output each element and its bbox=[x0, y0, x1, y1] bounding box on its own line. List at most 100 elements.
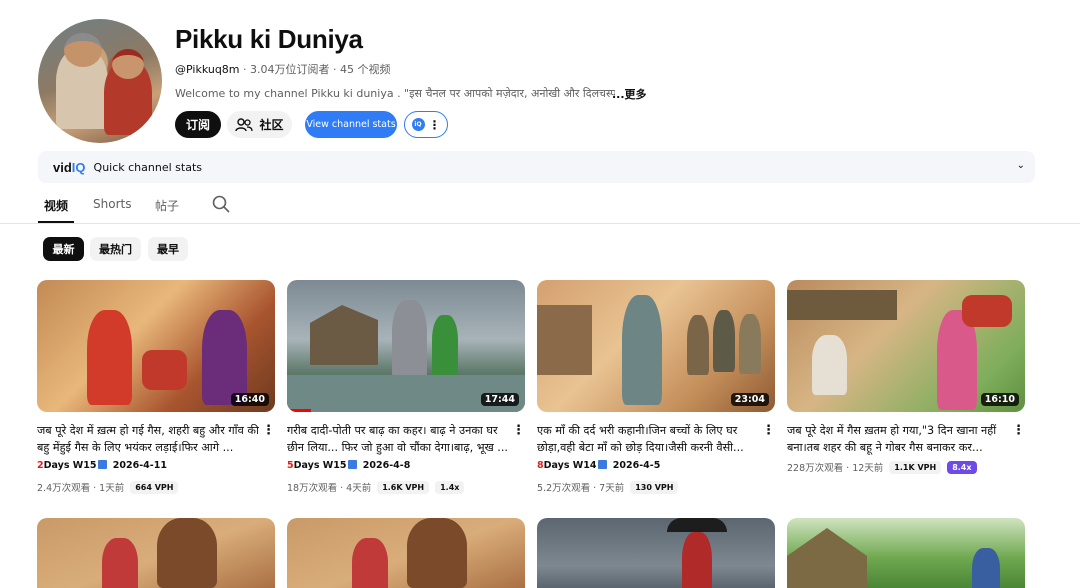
chip-popular[interactable]: 最热门 bbox=[90, 237, 141, 261]
thumbnail-figure bbox=[739, 314, 761, 374]
vph-badge: 664 VPH bbox=[130, 480, 179, 494]
multiplier-badge: 1.4x bbox=[435, 480, 465, 494]
vidiq-date-line: 8Days W14 2026-4-5 bbox=[537, 460, 660, 471]
view-stats-label: View channel stats bbox=[306, 119, 396, 130]
calendar-icon bbox=[348, 460, 358, 469]
thumbnail-figure bbox=[972, 548, 1000, 588]
video-duration: 23:04 bbox=[730, 393, 769, 406]
video-thumbnail[interactable] bbox=[537, 518, 775, 588]
video-stats: 18万次观看 · 4天前 1.6K VPH 1.4x bbox=[287, 480, 465, 494]
video-views: 5.2万次观看 · 7天前 bbox=[537, 483, 625, 494]
thumbnail-gas-cylinder bbox=[962, 295, 1012, 327]
subscribe-button[interactable]: 订阅 bbox=[175, 111, 221, 138]
vidiq-logo-icon: iQ bbox=[411, 118, 425, 131]
more-vert-icon[interactable]: ⋮ bbox=[762, 423, 775, 438]
thumbnail-figure bbox=[622, 295, 662, 405]
more-vert-icon: ⋮ bbox=[428, 117, 441, 132]
vidiq-menu-button[interactable]: iQ ⋮ bbox=[404, 111, 448, 138]
chip-latest[interactable]: 最新 bbox=[43, 237, 84, 261]
calendar-icon bbox=[98, 460, 108, 469]
vidiq-quick-stats-bar[interactable]: vidIQ Quick channel stats ⌄ bbox=[38, 151, 1035, 183]
channel-description[interactable]: Welcome to my channel Pikku ki duniya . … bbox=[175, 86, 615, 101]
video-thumbnail[interactable]: 16:40 bbox=[37, 280, 275, 412]
vph-badge: 1.6K VPH bbox=[377, 480, 430, 494]
vidiq-logo-suffix: IQ bbox=[71, 159, 86, 175]
thumbnail-figure bbox=[157, 518, 217, 588]
watch-progress-bar bbox=[287, 409, 311, 412]
publish-date: 2026-4-5 bbox=[612, 460, 661, 471]
days-week: Days W15 bbox=[43, 460, 97, 471]
video-views: 2.4万次观看 · 1天前 bbox=[37, 483, 125, 494]
channel-name: Pikku ki Duniya bbox=[175, 24, 363, 54]
thumbnail-figure bbox=[407, 518, 467, 588]
more-vert-icon[interactable]: ⋮ bbox=[262, 423, 275, 438]
video-stats: 228万次观看 · 12天前 1.1K VPH 8.4x bbox=[787, 460, 977, 474]
chip-oldest[interactable]: 最早 bbox=[148, 237, 188, 261]
publish-date: 2026-4-11 bbox=[112, 460, 167, 471]
more-vert-icon[interactable]: ⋮ bbox=[512, 423, 525, 438]
thumbnail-hut bbox=[787, 290, 897, 320]
publish-date: 2026-4-8 bbox=[362, 460, 411, 471]
search-icon[interactable] bbox=[212, 195, 230, 213]
thumbnail-figure bbox=[713, 310, 735, 372]
days-week: Days W15 bbox=[293, 460, 347, 471]
thumbnail-umbrella bbox=[667, 518, 727, 532]
active-tab-indicator bbox=[38, 221, 74, 223]
vidiq-label: Quick channel stats bbox=[93, 160, 202, 174]
thumbnail-figure bbox=[87, 310, 132, 405]
chevron-down-icon[interactable]: ⌄ bbox=[1017, 160, 1025, 171]
thumbnail-figure bbox=[352, 538, 388, 588]
video-title[interactable]: जब पूरे देश में गैस ख़तम हो गया,"3 दिन ख… bbox=[787, 422, 1009, 456]
video-card[interactable]: 23:04 एक माँ की दर्द भरी कहानी।जिन बच्चो… bbox=[537, 280, 775, 494]
video-thumbnail[interactable]: 23:04 bbox=[537, 280, 775, 412]
thumbnail-figure bbox=[812, 335, 847, 395]
avatar-figure-old-woman-head bbox=[112, 49, 144, 79]
thumbnail-gas-cylinder bbox=[142, 350, 187, 390]
video-duration: 17:44 bbox=[480, 393, 519, 406]
video-title[interactable]: जब पूरे देश में ख़त्म हो गई गैस, शहरी बह… bbox=[37, 422, 259, 456]
tab-videos[interactable]: 视频 bbox=[44, 197, 68, 214]
vidiq-date-line: 2Days W15 2026-4-11 bbox=[37, 460, 167, 471]
days-week: Days W14 bbox=[543, 460, 597, 471]
thumbnail-figure bbox=[102, 538, 138, 588]
video-card[interactable]: 16:10 जब पूरे देश में गैस ख़तम हो गया,"3… bbox=[787, 280, 1025, 474]
description-more-link[interactable]: ...更多 bbox=[612, 86, 647, 102]
thumbnail-figure bbox=[392, 300, 427, 380]
video-thumbnail[interactable] bbox=[787, 518, 1025, 588]
video-thumbnail[interactable]: 16:10 bbox=[787, 280, 1025, 412]
days-count: 5 bbox=[287, 460, 294, 471]
view-channel-stats-button[interactable]: View channel stats bbox=[305, 111, 397, 138]
video-card[interactable]: 17:44 गरीब दादी-पोती पर बाढ़ का कहर। बाढ… bbox=[287, 280, 525, 494]
video-title[interactable]: गरीब दादी-पोती पर बाढ़ का कहर। बाढ़ ने उ… bbox=[287, 422, 509, 456]
thumbnail-hut bbox=[787, 528, 867, 588]
channel-avatar[interactable] bbox=[38, 19, 162, 143]
video-stats: 5.2万次观看 · 7天前 130 VPH bbox=[537, 480, 679, 494]
channel-meta: @Pikkuq8m · 3.04万位订阅者 · 45 个视频 bbox=[175, 61, 391, 77]
video-stats: 2.4万次观看 · 1天前 664 VPH bbox=[37, 480, 179, 494]
channel-stats-text: · 3.04万位订阅者 · 45 个视频 bbox=[239, 63, 391, 76]
vph-badge: 130 VPH bbox=[630, 480, 679, 494]
video-duration: 16:40 bbox=[230, 393, 269, 406]
subscribe-label: 订阅 bbox=[185, 118, 210, 132]
tab-shorts[interactable]: Shorts bbox=[93, 197, 131, 211]
video-title[interactable]: एक माँ की दर्द भरी कहानी।जिन बच्चों के ल… bbox=[537, 422, 759, 456]
community-button[interactable]: 社区 bbox=[227, 111, 292, 138]
video-card[interactable]: 16:40 जब पूरे देश में ख़त्म हो गई गैस, श… bbox=[37, 280, 275, 494]
thumbnail-hut bbox=[310, 305, 378, 365]
channel-tabs: 视频 Shorts 帖子 bbox=[0, 190, 1080, 224]
avatar-figure-old-man-head bbox=[64, 33, 102, 67]
vidiq-logo: vidIQ bbox=[53, 160, 86, 175]
tab-posts[interactable]: 帖子 bbox=[155, 197, 179, 214]
thumbnail-hut bbox=[537, 305, 592, 375]
days-count: 8 bbox=[537, 460, 544, 471]
video-thumbnail[interactable] bbox=[287, 518, 525, 588]
more-vert-icon[interactable]: ⋮ bbox=[1012, 423, 1025, 438]
community-label: 社区 bbox=[259, 118, 284, 132]
vidiq-logo-prefix: vid bbox=[53, 159, 72, 175]
video-duration: 16:10 bbox=[980, 393, 1019, 406]
thumbnail-figure bbox=[202, 310, 247, 405]
video-thumbnail[interactable]: 17:44 bbox=[287, 280, 525, 412]
thumbnail-figure bbox=[682, 532, 712, 588]
channel-handle[interactable]: @Pikkuq8m bbox=[175, 63, 240, 76]
video-thumbnail[interactable] bbox=[37, 518, 275, 588]
